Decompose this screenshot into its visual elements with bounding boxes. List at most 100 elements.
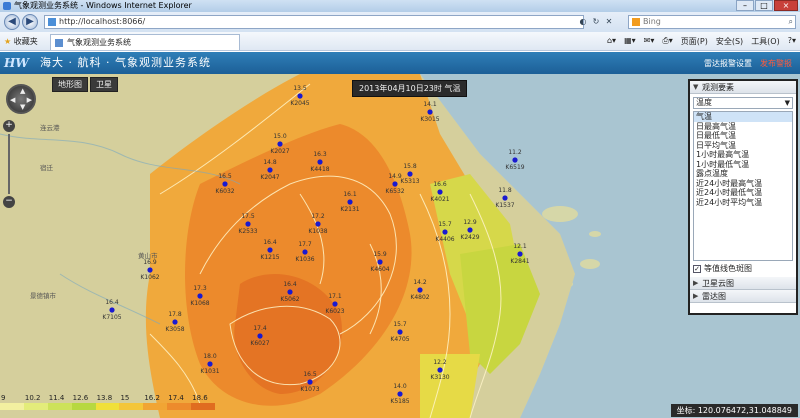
browser-tab[interactable]: 气象观测业务系统: [50, 34, 240, 50]
feeds-icon[interactable]: ▦▾: [624, 36, 636, 47]
station-dot-icon[interactable]: [467, 227, 473, 233]
stop-icon[interactable]: ✕: [604, 16, 614, 27]
station-dot-icon[interactable]: [317, 159, 323, 165]
zoom-out-button[interactable]: −: [3, 196, 15, 208]
station-dot-icon[interactable]: [502, 195, 508, 201]
pan-down-icon[interactable]: ▼: [20, 103, 25, 111]
station-dot-icon[interactable]: [407, 171, 413, 177]
map-type-terrain[interactable]: 地形图: [52, 77, 88, 92]
menu-page[interactable]: 页面(P): [681, 36, 708, 47]
station-dot-icon[interactable]: [267, 247, 273, 253]
legend-swatch: [23, 403, 48, 410]
station-dot-icon[interactable]: [437, 367, 443, 373]
station-dot-icon[interactable]: [347, 199, 353, 205]
station-value: 16.5: [303, 371, 317, 378]
close-button[interactable]: ×: [774, 0, 798, 11]
station-dot-icon[interactable]: [147, 267, 153, 273]
mail-icon[interactable]: ✉▾: [644, 36, 655, 47]
legend-item: 17.4: [167, 394, 192, 410]
url-input[interactable]: http://localhost:8066/: [44, 15, 584, 29]
section-radar-header[interactable]: ▶ 雷达图: [690, 290, 796, 303]
station-dot-icon[interactable]: [207, 361, 213, 367]
search-icon[interactable]: ⌕: [789, 16, 793, 28]
station-dot-icon[interactable]: [517, 251, 523, 257]
map-type-satellite[interactable]: 卫星: [90, 77, 118, 92]
station-dot-icon[interactable]: [109, 307, 115, 313]
station-dot-icon[interactable]: [245, 221, 251, 227]
element-list-item[interactable]: 日最高气温: [694, 122, 792, 132]
element-list-item[interactable]: 气温: [694, 112, 792, 122]
station-dot-icon[interactable]: [315, 221, 321, 227]
station-dot-icon[interactable]: [172, 319, 178, 325]
station-dot-icon[interactable]: [397, 391, 403, 397]
address-icons: ◐ ↻ ✕: [578, 16, 614, 27]
section-observe-header[interactable]: ▼ 观测要素: [690, 81, 796, 94]
home-icon[interactable]: ⌂▾: [607, 36, 616, 47]
station-value: 12.1: [513, 243, 527, 250]
publish-warning-link[interactable]: 发布警报: [760, 58, 792, 69]
element-list-item[interactable]: 露点温度: [694, 169, 792, 179]
forward-arrow-icon[interactable]: ▶: [22, 14, 38, 30]
station-dot-icon[interactable]: [437, 189, 443, 195]
menu-safety[interactable]: 安全(S): [716, 36, 743, 47]
station-dot-icon[interactable]: [277, 141, 283, 147]
zoom-slider[interactable]: [8, 134, 10, 194]
map-canvas[interactable]: 13.5 K2045 14.1 K3015 15.0 K2027 14.8 K2047 16.5…: [0, 74, 800, 418]
station-dot-icon[interactable]: [332, 301, 338, 307]
legend-label: 16.2: [144, 394, 160, 402]
station-dot-icon[interactable]: [267, 167, 273, 173]
station-dot-icon[interactable]: [307, 379, 313, 385]
radar-alarm-settings-link[interactable]: 雷达报警设置: [704, 58, 752, 69]
station-dot-icon[interactable]: [222, 181, 228, 187]
element-list-item[interactable]: 1小时最高气温: [694, 150, 792, 160]
search-input[interactable]: Bing ⌕: [628, 15, 796, 29]
station-dot-icon[interactable]: [297, 93, 303, 99]
element-list-item[interactable]: 日平均气温: [694, 141, 792, 151]
back-arrow-icon[interactable]: ◀: [4, 14, 20, 30]
pan-right-icon[interactable]: ▶: [27, 96, 32, 104]
station-dot-icon[interactable]: [302, 249, 308, 255]
legend-item: 16.2: [143, 394, 168, 410]
element-list-item[interactable]: 近24小时最高气温: [694, 179, 792, 189]
contour-map: 13.5 K2045 14.1 K3015 15.0 K2027 14.8 K2047 16.5…: [0, 74, 800, 418]
element-list-item[interactable]: 近24小时平均气温: [694, 198, 792, 208]
station-dot-icon[interactable]: [392, 181, 398, 187]
station-dot-icon[interactable]: [257, 333, 263, 339]
element-list[interactable]: 气温 日最高气温 日最低气温 日平均气温 1小时最高气温 1小时最低气温 露点温度 近24小时…: [693, 111, 793, 261]
section-satellite-header[interactable]: ▶ 卫星云图: [690, 277, 796, 290]
element-list-item[interactable]: 1小时最低气温: [694, 160, 792, 170]
refresh-icon[interactable]: ↻: [591, 16, 601, 27]
element-list-item[interactable]: 日最低气温: [694, 131, 792, 141]
legend-item: 11.4: [47, 394, 72, 410]
element-list-item[interactable]: 近24小时最低气温: [694, 188, 792, 198]
menu-tools[interactable]: 工具(O): [751, 36, 780, 47]
minimize-button[interactable]: –: [736, 0, 754, 11]
place-label: 宿迁: [40, 163, 54, 172]
station-value: 12.2: [433, 359, 447, 366]
station-dot-icon[interactable]: [442, 229, 448, 235]
station-dot-icon[interactable]: [197, 293, 203, 299]
pan-control[interactable]: ▲ ▼ ◀ ▶: [6, 84, 36, 114]
station-dot-icon[interactable]: [397, 329, 403, 335]
favorites-button[interactable]: ★ 收藏夹: [4, 36, 38, 47]
element-select[interactable]: 温度 ▼: [693, 97, 793, 109]
help-icon[interactable]: ?▾: [788, 36, 796, 47]
zoom-in-button[interactable]: +: [3, 120, 15, 132]
station-value: 16.4: [263, 239, 277, 246]
station-dot-icon[interactable]: [377, 259, 383, 265]
station-dot-icon[interactable]: [417, 287, 423, 293]
contour-checkbox-row[interactable]: ✓ 等值线色斑图: [693, 263, 793, 274]
contour-checkbox[interactable]: ✓: [693, 264, 701, 273]
station-dot-icon[interactable]: [287, 289, 293, 295]
pan-left-icon[interactable]: ◀: [10, 96, 15, 104]
station-id: K2429: [460, 234, 479, 241]
station-id: K1036: [295, 256, 314, 263]
station-id: K2841: [510, 258, 529, 265]
station-id: K2045: [290, 100, 309, 107]
maximize-button[interactable]: □: [755, 0, 773, 11]
print-icon[interactable]: ⎙▾: [662, 36, 672, 47]
station-dot-icon[interactable]: [512, 157, 518, 163]
compat-icon[interactable]: ◐: [578, 16, 588, 27]
station-dot-icon[interactable]: [427, 109, 433, 115]
pan-up-icon[interactable]: ▲: [20, 87, 25, 95]
